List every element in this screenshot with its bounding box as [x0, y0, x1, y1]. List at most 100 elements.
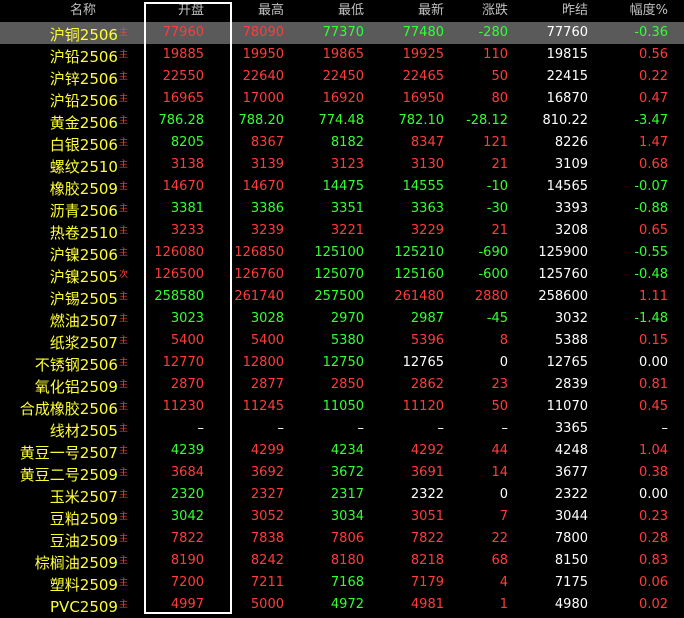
cell-contract-name: 燃油2507主: [0, 308, 128, 330]
cell-change-pct: 0.22: [639, 69, 668, 84]
cell-change-pct: 0.23: [639, 509, 668, 524]
table-row[interactable]: 沪锡2505主 258580 261740 257500 261480 2880 25860…: [0, 286, 684, 308]
cell-contract-name: 黄豆二号2509主: [0, 462, 128, 484]
contract-tag: 主: [118, 72, 128, 82]
contract-name: 沪锡2505: [49, 290, 118, 308]
cell-high: 5000: [250, 597, 284, 612]
table-row[interactable]: PVC2509主 4997 5000 4972 4981 1 4980 0.02: [0, 594, 684, 616]
cell-last: 3691: [410, 465, 444, 480]
cell-contract-name: 黄金2506主: [0, 110, 128, 132]
cell-change: 50: [491, 69, 508, 84]
contract-name: 橡胶2509: [49, 180, 118, 198]
contract-tag: 主: [118, 556, 128, 566]
header-last[interactable]: 最新: [384, 0, 444, 22]
cell-last: 2862: [410, 377, 444, 392]
table-row[interactable]: 橡胶2509主 14670 14670 14475 14555 -10 14565 -0.07: [0, 176, 684, 198]
cell-high: 3239: [250, 223, 284, 238]
table-row[interactable]: 玉米2507主 2320 2327 2317 2322 0 2322 0.00: [0, 484, 684, 506]
contract-name: 塑料2509: [49, 576, 118, 594]
contract-name: PVC2509: [50, 598, 118, 616]
table-row[interactable]: 豆粕2509主 3042 3052 3034 3051 7 3044 0.23: [0, 506, 684, 528]
cell-change-pct: 0.81: [639, 377, 668, 392]
table-row[interactable]: 棕榈油2509主 8190 8242 8180 8218 68 8150 0.83: [0, 550, 684, 572]
cell-high: 3692: [250, 465, 284, 480]
cell-high: 17000: [242, 91, 284, 106]
header-open[interactable]: 开盘: [140, 0, 204, 22]
cell-contract-name: 沥青2506主: [0, 198, 128, 220]
contract-name: 沪铜2506: [49, 26, 118, 44]
cell-open: 14670: [162, 179, 204, 194]
cell-change-pct: 0.15: [639, 333, 668, 348]
header-high[interactable]: 最高: [224, 0, 284, 22]
table-row[interactable]: 沪镍2506主 126080 126850 125100 125210 -690 12590…: [0, 242, 684, 264]
cell-change: 0: [499, 487, 508, 502]
cell-low: 3123: [330, 157, 364, 172]
table-row[interactable]: 螺纹2510主 3138 3139 3123 3130 21 3109 0.68: [0, 154, 684, 176]
cell-high: –: [277, 421, 285, 436]
table-row[interactable]: 燃油2507主 3023 3028 2970 2987 -45 3032 -1.48: [0, 308, 684, 330]
cell-high: 78090: [242, 25, 284, 40]
cell-open: 4239: [170, 443, 204, 458]
table-row[interactable]: 氧化铝2509主 2870 2877 2850 2862 23 2839 0.81: [0, 374, 684, 396]
cell-last: 8218: [410, 553, 444, 568]
table-row[interactable]: 塑料2509主 7200 7211 7168 7179 4 7175 0.06: [0, 572, 684, 594]
table-row[interactable]: 纸浆2507主 5400 5400 5380 5396 8 5388 0.15: [0, 330, 684, 352]
table-row[interactable]: 热卷2510主 3233 3239 3221 3229 21 3208 0.65: [0, 220, 684, 242]
contract-tag: 主: [118, 226, 128, 236]
table-row[interactable]: 黄豆一号2507主 4239 4299 4234 4292 44 4248 1.04: [0, 440, 684, 462]
contract-name: 沪锌2506: [49, 70, 118, 88]
contract-name: 不锈钢2506: [34, 356, 118, 374]
table-row[interactable]: 沪铅2506主 16965 17000 16920 16950 80 16870 0.47: [0, 88, 684, 110]
cell-change: 21: [491, 223, 508, 238]
table-row[interactable]: 沥青2506主 3381 3386 3351 3363 -30 3393 -0.88: [0, 198, 684, 220]
table-row[interactable]: 合成橡胶2506主 11230 11245 11050 11120 50 11070 0.45: [0, 396, 684, 418]
cell-prev-settle: 11070: [546, 399, 588, 414]
header-low[interactable]: 最低: [304, 0, 364, 22]
table-row[interactable]: 线材2505主 – – – – – 3365 –: [0, 418, 684, 440]
contract-tag: 主: [118, 600, 128, 610]
cell-low: 14475: [322, 179, 364, 194]
contract-name: 纸浆2507: [49, 334, 118, 352]
cell-contract-name: 沪镍2506主: [0, 242, 128, 264]
cell-low: 3221: [330, 223, 364, 238]
cell-change-pct: -0.88: [634, 201, 668, 216]
table-row[interactable]: 沪铅2506主 19885 19950 19865 19925 110 19815 0.56: [0, 44, 684, 66]
contract-name: 螺纹2510: [49, 158, 118, 176]
cell-change-pct: 0.28: [639, 531, 668, 546]
cell-prev-settle: 125900: [538, 245, 588, 260]
cell-prev-settle: 8150: [554, 553, 588, 568]
header-change-pct[interactable]: 幅度%: [608, 0, 668, 22]
table-row[interactable]: 沪镍2505次 126500 126760 125070 125160 -600 12576…: [0, 264, 684, 286]
cell-contract-name: 不锈钢2506主: [0, 352, 128, 374]
cell-low: 16920: [322, 91, 364, 106]
table-row[interactable]: 沪铜2506主 77960 78090 77370 77480 -280 77760 -0.3…: [0, 22, 684, 44]
contract-tag: 主: [118, 446, 128, 456]
table-row[interactable]: 黄豆二号2509主 3684 3692 3672 3691 14 3677 0.38: [0, 462, 684, 484]
cell-change: 22: [491, 531, 508, 546]
cell-change: -10: [486, 179, 508, 194]
cell-change-pct: -0.55: [634, 245, 668, 260]
cell-contract-name: 豆粕2509主: [0, 506, 128, 528]
cell-contract-name: 塑料2509主: [0, 572, 128, 594]
header-name[interactable]: 名称: [70, 0, 130, 22]
cell-high: 4299: [250, 443, 284, 458]
cell-high: 3386: [250, 201, 284, 216]
cell-last: –: [437, 421, 445, 436]
cell-change-pct: 0.38: [639, 465, 668, 480]
table-row[interactable]: 白银2506主 8205 8367 8182 8347 121 8226 1.47: [0, 132, 684, 154]
table-row[interactable]: 黄金2506主 786.28 788.20 774.48 782.10 -28.12 810…: [0, 110, 684, 132]
contract-tag: 主: [118, 248, 128, 258]
cell-change-pct: 0.02: [639, 597, 668, 612]
contract-tag: 主: [118, 402, 128, 412]
table-row[interactable]: 豆油2509主 7822 7838 7806 7822 22 7800 0.28: [0, 528, 684, 550]
cell-contract-name: 线材2505主: [0, 418, 128, 440]
table-row[interactable]: 沪锌2506主 22550 22640 22450 22465 50 22415 0.22: [0, 66, 684, 88]
header-change[interactable]: 涨跌: [448, 0, 508, 22]
cell-last: 77480: [402, 25, 444, 40]
header-prev-settle[interactable]: 昨结: [528, 0, 588, 22]
table-row[interactable]: 不锈钢2506主 12770 12800 12750 12765 0 12765 0.00: [0, 352, 684, 374]
cell-low: 12750: [322, 355, 364, 370]
cell-change: 14: [491, 465, 508, 480]
cell-prev-settle: 5388: [554, 333, 588, 348]
cell-contract-name: 热卷2510主: [0, 220, 128, 242]
